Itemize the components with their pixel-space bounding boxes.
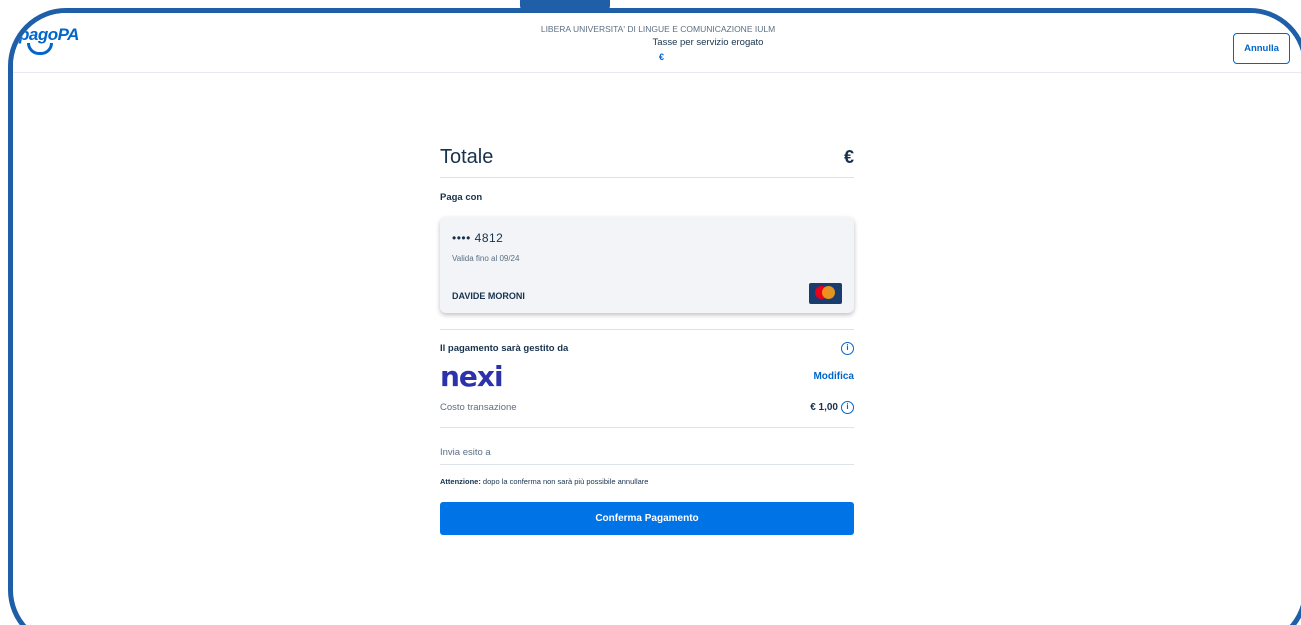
psp-header-row: Il pagamento sarà gestito da i — [440, 329, 854, 355]
total-amount: € — [843, 147, 854, 167]
organization-name: LIBERA UNIVERSITA' DI LINGUE E COMUNICAZ… — [540, 24, 776, 34]
fee-label: Costo transazione — [440, 401, 517, 413]
email-field[interactable]: Invia esito a — [440, 427, 854, 465]
card-expiry: Valida fino al 09/24 — [452, 254, 520, 263]
fee-value: € 1,00 — [810, 401, 838, 413]
card-holder: DAVIDE MORONI — [452, 291, 525, 301]
fee-value-wrap: € 1,00 i — [810, 400, 854, 414]
fee-info-icon[interactable]: i — [841, 400, 854, 414]
header: pagoPA LIBERA UNIVERSITA' DI LINGUE E CO… — [13, 13, 1301, 73]
total-row: Totale € — [440, 138, 854, 178]
payment-description: Tasse per servizio erogato — [652, 37, 764, 48]
mastercard-icon — [809, 283, 842, 304]
psp-managed-by-label: Il pagamento sarà gestito da — [440, 343, 569, 354]
warning-message: dopo la conferma non sarà più possibile … — [480, 477, 649, 486]
cancel-button[interactable]: Annulla — [1233, 33, 1290, 64]
card-number: •••• 4812 — [452, 231, 504, 245]
confirm-payment-button[interactable]: Conferma Pagamento — [440, 502, 854, 535]
pay-with-label: Paga con — [440, 192, 483, 203]
email-placeholder: Invia esito a — [440, 447, 491, 458]
modify-psp-link[interactable]: Modifica — [813, 371, 854, 382]
header-amount: € — [659, 52, 665, 62]
payment-card[interactable]: •••• 4812 Valida fino al 09/24 DAVIDE MO… — [440, 217, 854, 313]
total-label: Totale — [440, 146, 494, 168]
warning-bold: Attenzione: — [440, 477, 481, 486]
info-icon[interactable]: i — [841, 342, 854, 355]
psp-row: nexi Modifica — [440, 359, 854, 393]
nexi-logo: nexi — [440, 359, 504, 393]
fee-row: Costo transazione € 1,00 i — [440, 397, 854, 417]
payment-summary: Totale € Paga con •••• 4812 Valida fino … — [440, 138, 854, 535]
warning-text: Attenzione: dopo la conferma non sarà pi… — [440, 477, 854, 486]
